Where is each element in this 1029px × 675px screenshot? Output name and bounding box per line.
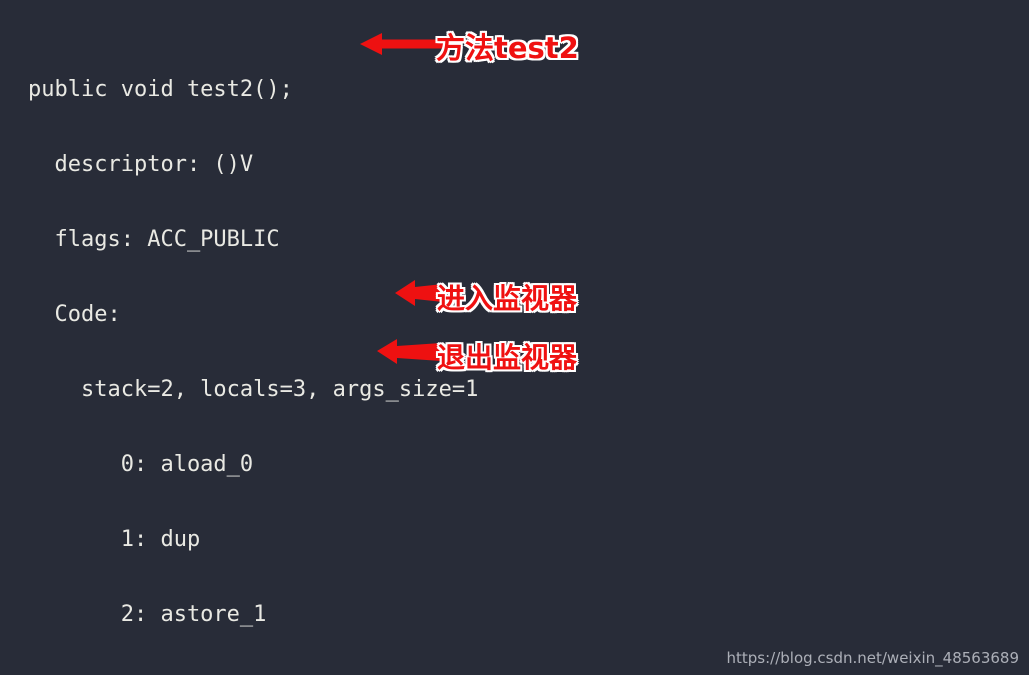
code-line: 2: astore_1	[28, 602, 267, 627]
annotation-label-monitorexit-text: 退出监视器	[437, 341, 578, 374]
code-line: flags: ACC_PUBLIC	[28, 227, 280, 252]
code-line: descriptor: ()V	[28, 152, 254, 177]
bytecode-screenshot: public void test2(); descriptor: ()V fla…	[0, 0, 1029, 675]
watermark-url: https://blog.csdn.net/weixin_48563689	[726, 649, 1019, 667]
code-line: 0: aload_0	[28, 452, 254, 477]
annotation-label-method-text: 方法test2	[436, 31, 579, 65]
annotation-label-monitorenter: 进入监视器	[437, 277, 577, 317]
annotation-label-method: 方法test2	[436, 25, 579, 67]
code-line: 1: dup	[28, 527, 201, 552]
code-line: public void test2();	[28, 77, 293, 102]
annotation-label-monitorenter-text: 进入监视器	[437, 282, 578, 315]
code-line: stack=2, locals=3, args_size=1	[28, 377, 479, 402]
annotation-label-monitorexit: 退出监视器	[437, 336, 577, 376]
bytecode-listing: public void test2(); descriptor: ()V fla…	[28, 27, 478, 675]
code-line: Code:	[28, 302, 121, 327]
